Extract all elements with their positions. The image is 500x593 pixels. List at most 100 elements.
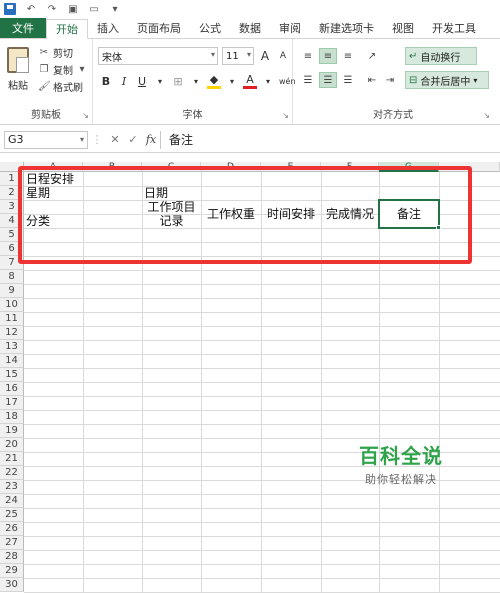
row-header-17[interactable]: 17 bbox=[0, 396, 24, 410]
chevron-down-icon[interactable]: ▾ bbox=[473, 76, 477, 85]
align-middle-icon[interactable]: ≡ bbox=[319, 48, 337, 64]
decrease-indent-icon[interactable]: ⇤ bbox=[363, 72, 381, 88]
tab-data[interactable]: 数据 bbox=[230, 18, 270, 38]
tab-home[interactable]: 开始 bbox=[46, 19, 88, 39]
align-right-icon[interactable]: ☰ bbox=[339, 72, 357, 88]
row-header-18[interactable]: 18 bbox=[0, 410, 24, 424]
chevron-down-icon[interactable]: ▾ bbox=[225, 73, 239, 89]
chevron-down-icon: ▾ bbox=[210, 50, 215, 59]
wrap-text-button[interactable]: ↵ 自动换行 bbox=[405, 47, 477, 65]
row-header-19[interactable]: 19 bbox=[0, 424, 24, 438]
align-top-icon[interactable]: ≡ bbox=[299, 48, 317, 64]
row-header-16[interactable]: 16 bbox=[0, 382, 24, 396]
copy-button[interactable]: ❐ 复制 ▾ bbox=[38, 61, 88, 78]
fill-color-icon[interactable]: ◆ bbox=[207, 73, 221, 89]
gridline-horizontal bbox=[24, 354, 500, 355]
row-header-12[interactable]: 12 bbox=[0, 326, 24, 340]
tab-insert[interactable]: 插入 bbox=[88, 18, 128, 38]
gridline-horizontal bbox=[24, 578, 500, 579]
align-left-icon[interactable]: ☰ bbox=[299, 72, 317, 88]
gridline-horizontal bbox=[24, 550, 500, 551]
row-header-13[interactable]: 13 bbox=[0, 340, 24, 354]
row-header-24[interactable]: 24 bbox=[0, 494, 24, 508]
font-size-dropdown[interactable]: 11 ▾ bbox=[222, 47, 254, 65]
chevron-down-icon[interactable]: ▾ bbox=[76, 64, 88, 75]
increase-font-button[interactable]: A bbox=[258, 48, 272, 64]
bold-button[interactable]: B bbox=[99, 73, 113, 89]
increase-indent-icon[interactable]: ⇥ bbox=[381, 72, 399, 88]
watermark-subtitle: 助你轻松解决 bbox=[365, 473, 437, 486]
dialog-launcher-icon[interactable]: ↘ bbox=[483, 111, 490, 120]
font-color-button[interactable]: A bbox=[243, 73, 257, 89]
decrease-font-button[interactable]: A bbox=[276, 48, 290, 64]
row-header-23[interactable]: 23 bbox=[0, 480, 24, 494]
screenshot-icon[interactable]: ▣ bbox=[67, 3, 79, 15]
font-name-value: 宋体 bbox=[102, 52, 122, 64]
tab-page-layout[interactable]: 页面布局 bbox=[128, 18, 190, 38]
align-bottom-icon[interactable]: ≡ bbox=[339, 48, 357, 64]
align-center-icon[interactable]: ☰ bbox=[319, 72, 337, 88]
row-header-20[interactable]: 20 bbox=[0, 438, 24, 452]
more-icon: ⋮ bbox=[91, 133, 103, 146]
font-name-dropdown[interactable]: 宋体 ▾ bbox=[98, 47, 218, 65]
row-header-14[interactable]: 14 bbox=[0, 354, 24, 368]
row-header-9[interactable]: 9 bbox=[0, 284, 24, 298]
tab-formulas[interactable]: 公式 bbox=[190, 18, 230, 38]
chevron-down-icon[interactable]: ▾ bbox=[153, 73, 167, 89]
paste-button[interactable]: 粘贴 bbox=[5, 47, 31, 92]
gridline-horizontal bbox=[24, 396, 500, 397]
highlight-annotation-box bbox=[18, 166, 472, 264]
row-header-22[interactable]: 22 bbox=[0, 466, 24, 480]
row-header-15[interactable]: 15 bbox=[0, 368, 24, 382]
copy-icon: ❐ bbox=[39, 64, 49, 75]
gridline-horizontal bbox=[24, 536, 500, 537]
gridline-horizontal bbox=[24, 410, 500, 411]
chevron-down-icon[interactable]: ▾ bbox=[261, 73, 275, 89]
chevron-down-icon[interactable]: ▾ bbox=[80, 135, 84, 144]
tab-file[interactable]: 文件 bbox=[0, 18, 46, 38]
tab-developer[interactable]: 开发工具 bbox=[423, 18, 485, 38]
gridline-horizontal bbox=[24, 382, 500, 383]
chevron-down-icon: ▾ bbox=[246, 50, 251, 59]
orientation-icon[interactable]: ↗ bbox=[363, 48, 381, 64]
row-header-27[interactable]: 27 bbox=[0, 536, 24, 550]
gridline-horizontal bbox=[24, 284, 500, 285]
format-painter-button[interactable]: 🖌 格式刷 bbox=[38, 78, 88, 95]
paintbrush-icon: 🖌 bbox=[38, 81, 51, 92]
row-header-11[interactable]: 11 bbox=[0, 312, 24, 326]
tab-review[interactable]: 审阅 bbox=[270, 18, 310, 38]
underline-button[interactable]: U bbox=[135, 73, 149, 89]
save-icon[interactable] bbox=[4, 3, 16, 15]
confirm-icon[interactable]: ✓ bbox=[124, 133, 142, 146]
cancel-icon[interactable]: ✕ bbox=[106, 133, 124, 146]
row-header-29[interactable]: 29 bbox=[0, 564, 24, 578]
dialog-launcher-icon[interactable]: ↘ bbox=[82, 111, 89, 120]
dialog-launcher-icon[interactable]: ↘ bbox=[282, 111, 289, 120]
tab-new-tab[interactable]: 新建选项卡 bbox=[310, 18, 383, 38]
chevron-down-icon[interactable]: ▾ bbox=[189, 73, 203, 89]
italic-button[interactable]: I bbox=[117, 73, 131, 89]
gridline-horizontal bbox=[24, 494, 500, 495]
undo-icon[interactable]: ↶ bbox=[25, 3, 37, 15]
scissors-icon: ✂ bbox=[39, 47, 49, 58]
row-header-28[interactable]: 28 bbox=[0, 550, 24, 564]
ribbon-home: 粘贴 ✂ 剪切 ❐ 复制 ▾ 🖌 格式刷 剪贴板 ↘ 宋体 ▾ 11 ▾ A A… bbox=[0, 39, 500, 125]
tab-view[interactable]: 视图 bbox=[383, 18, 423, 38]
merge-center-button[interactable]: ⊟ 合并后居中 ▾ bbox=[405, 71, 489, 89]
new-document-icon[interactable]: ▭ bbox=[88, 3, 100, 15]
row-header-26[interactable]: 26 bbox=[0, 522, 24, 536]
row-header-25[interactable]: 25 bbox=[0, 508, 24, 522]
watermark-title: 百科全说 bbox=[359, 444, 443, 468]
customize-toolbar-icon[interactable]: ▾ bbox=[109, 3, 121, 15]
border-icon[interactable]: ⊞ bbox=[171, 73, 185, 89]
row-header-10[interactable]: 10 bbox=[0, 298, 24, 312]
format-painter-label: 格式刷 bbox=[53, 83, 83, 94]
row-header-21[interactable]: 21 bbox=[0, 452, 24, 466]
redo-icon[interactable]: ↷ bbox=[46, 3, 58, 15]
insert-function-icon[interactable]: fx bbox=[142, 133, 160, 146]
row-header-8[interactable]: 8 bbox=[0, 270, 24, 284]
formula-input[interactable]: 备注 bbox=[160, 130, 496, 149]
name-box[interactable]: G3 ▾ bbox=[4, 130, 88, 149]
row-header-30[interactable]: 30 bbox=[0, 578, 24, 592]
cut-button[interactable]: ✂ 剪切 bbox=[38, 44, 88, 61]
